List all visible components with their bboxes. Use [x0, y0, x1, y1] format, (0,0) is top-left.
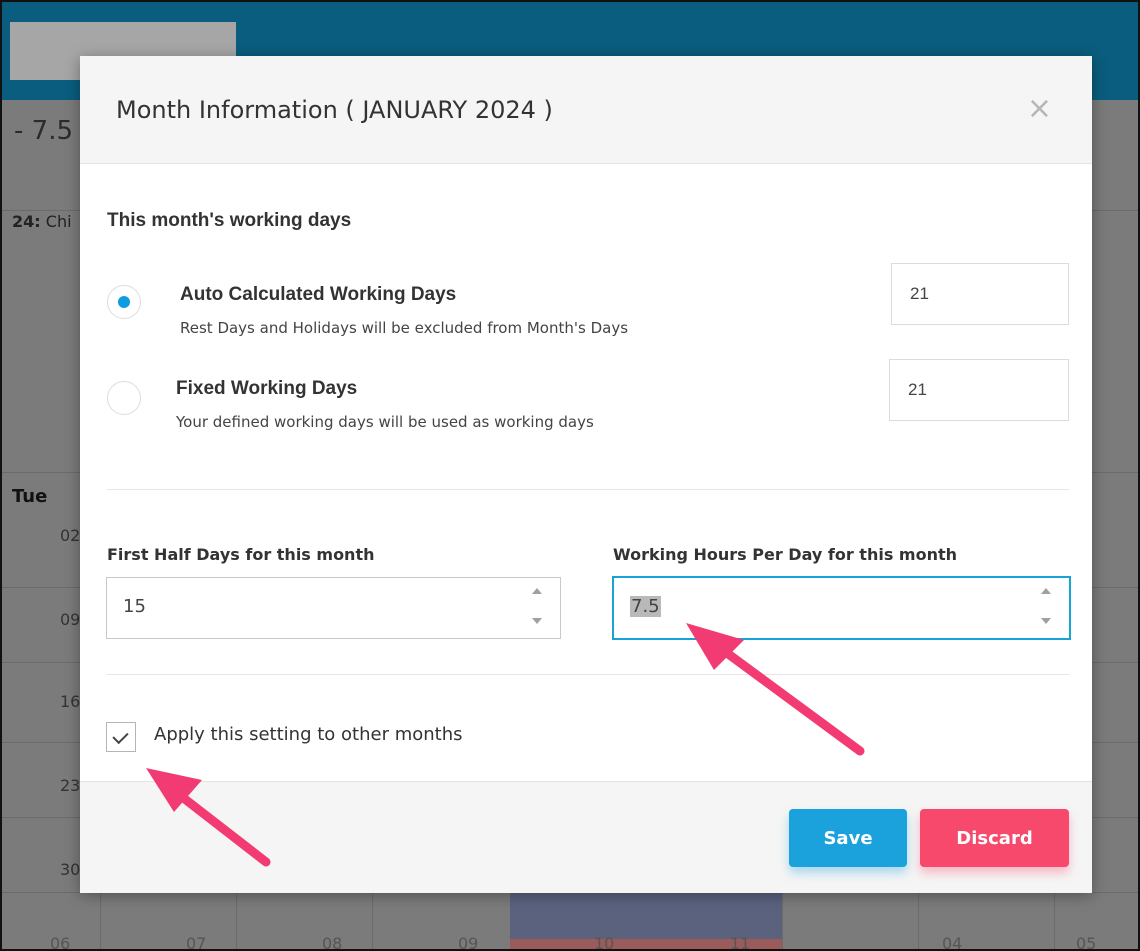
- calendar-day: 09: [458, 934, 479, 951]
- auto-working-days-description: Rest Days and Holidays will be excluded …: [180, 319, 629, 337]
- section-divider: [107, 489, 1069, 490]
- first-half-days-label: First Half Days for this month: [107, 545, 375, 564]
- calendar-day: 16: [60, 692, 81, 711]
- close-icon[interactable]: ×: [1027, 94, 1052, 124]
- calendar-day: 05: [1076, 934, 1097, 951]
- save-button[interactable]: Save: [789, 809, 907, 867]
- radio-selected-dot: [118, 296, 130, 308]
- working-hours-value: 7.5: [630, 596, 661, 617]
- calendar-day: 23: [60, 776, 81, 795]
- holiday-name-fragment: Chi: [45, 212, 72, 231]
- calendar-day: 07: [186, 934, 207, 951]
- weekday-header: Tue: [12, 486, 48, 507]
- calendar-day: 09: [60, 610, 81, 629]
- first-half-days-stepper[interactable]: 15: [106, 577, 561, 639]
- background-hours-text: - 7.5: [14, 116, 73, 146]
- calendar-day: 06: [50, 934, 71, 951]
- section-divider: [107, 674, 1069, 675]
- month-information-modal: Month Information ( JANUARY 2024 ) × Thi…: [80, 56, 1092, 893]
- auto-working-days-title: Auto Calculated Working Days: [180, 284, 457, 305]
- decrement-icon[interactable]: [1041, 618, 1051, 624]
- modal-title: Month Information ( JANUARY 2024 ): [116, 96, 553, 124]
- calendar-day: 02: [60, 526, 81, 545]
- increment-icon[interactable]: [532, 588, 542, 594]
- auto-working-days-input[interactable]: 21: [891, 263, 1069, 325]
- apply-other-months-checkbox[interactable]: [106, 722, 136, 752]
- modal-footer: Save Discard: [80, 781, 1092, 893]
- calendar-day: 10: [594, 934, 615, 951]
- first-half-days-value: 15: [123, 596, 146, 617]
- discard-button[interactable]: Discard: [920, 809, 1069, 867]
- checkmark-icon: [112, 727, 129, 745]
- increment-icon[interactable]: [1041, 588, 1051, 594]
- apply-other-months-label: Apply this setting to other months: [154, 724, 463, 745]
- calendar-day: 04: [942, 934, 963, 951]
- working-hours-label: Working Hours Per Day for this month: [613, 545, 958, 564]
- holiday-date-label: 24:: [12, 212, 41, 231]
- calendar-day: 30: [60, 860, 81, 879]
- auto-working-days-radio[interactable]: [107, 285, 141, 319]
- fixed-working-days-title: Fixed Working Days: [176, 378, 358, 399]
- calendar-day: 11: [730, 934, 751, 951]
- screenshot-frame: - 7.5 24: Chi Tue 02 09 16 23 30 06 07 0…: [0, 0, 1140, 951]
- modal-header: Month Information ( JANUARY 2024 ) ×: [80, 56, 1092, 164]
- calendar-day: 08: [322, 934, 343, 951]
- decrement-icon[interactable]: [532, 618, 542, 624]
- fixed-working-days-description: Your defined working days will be used a…: [176, 413, 594, 431]
- background-holiday-text: 24: Chi: [12, 212, 72, 231]
- fixed-working-days-radio[interactable]: [107, 381, 141, 415]
- working-hours-stepper[interactable]: 7.5: [612, 576, 1071, 640]
- working-days-section-title: This month's working days: [107, 210, 352, 231]
- fixed-working-days-input[interactable]: 21: [889, 359, 1069, 421]
